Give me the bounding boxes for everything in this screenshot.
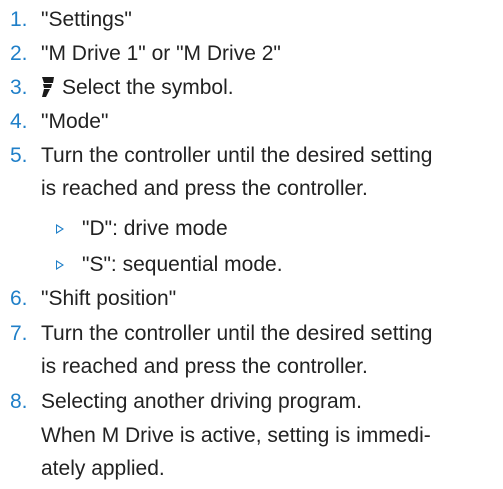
step-text-container: Select the symbol. <box>41 71 491 107</box>
step-text: "Mode" <box>41 110 109 133</box>
step-number: 4. <box>10 110 28 133</box>
step-text-line-1: Turn the controller until the desired se… <box>41 144 433 167</box>
step-text: "M Drive 1" or "M Drive 2" <box>41 42 281 65</box>
step-text-line-2: is reached and press the controller. <box>41 355 368 378</box>
step-text: "Shift position" <box>41 287 177 310</box>
step-number: 2. <box>10 42 28 65</box>
note-line-1: When M Drive is active, setting is immed… <box>41 424 431 447</box>
step-number: 1. <box>10 8 28 31</box>
gear-shift-icon <box>41 74 54 107</box>
step-text: Select the symbol. <box>62 76 234 99</box>
step-number: 5. <box>10 144 28 167</box>
step-text-line-1: Turn the controller until the desired se… <box>41 322 433 345</box>
step-number: 6. <box>10 287 28 310</box>
step-number: 8. <box>10 390 28 413</box>
step-text-line-2: is reached and press the controller. <box>41 177 368 200</box>
triangle-bullet-icon <box>56 260 64 270</box>
step-text: "Settings" <box>41 8 132 31</box>
triangle-bullet-icon <box>56 224 64 234</box>
step-number: 3. <box>10 76 28 99</box>
sub-item-text: "D": drive mode <box>82 217 228 240</box>
step-number: 7. <box>10 322 28 345</box>
sub-item-text: "S": sequential mode. <box>82 253 283 276</box>
note-line-2: ately applied. <box>41 457 165 480</box>
step-text: Selecting another driving program. <box>41 390 363 413</box>
